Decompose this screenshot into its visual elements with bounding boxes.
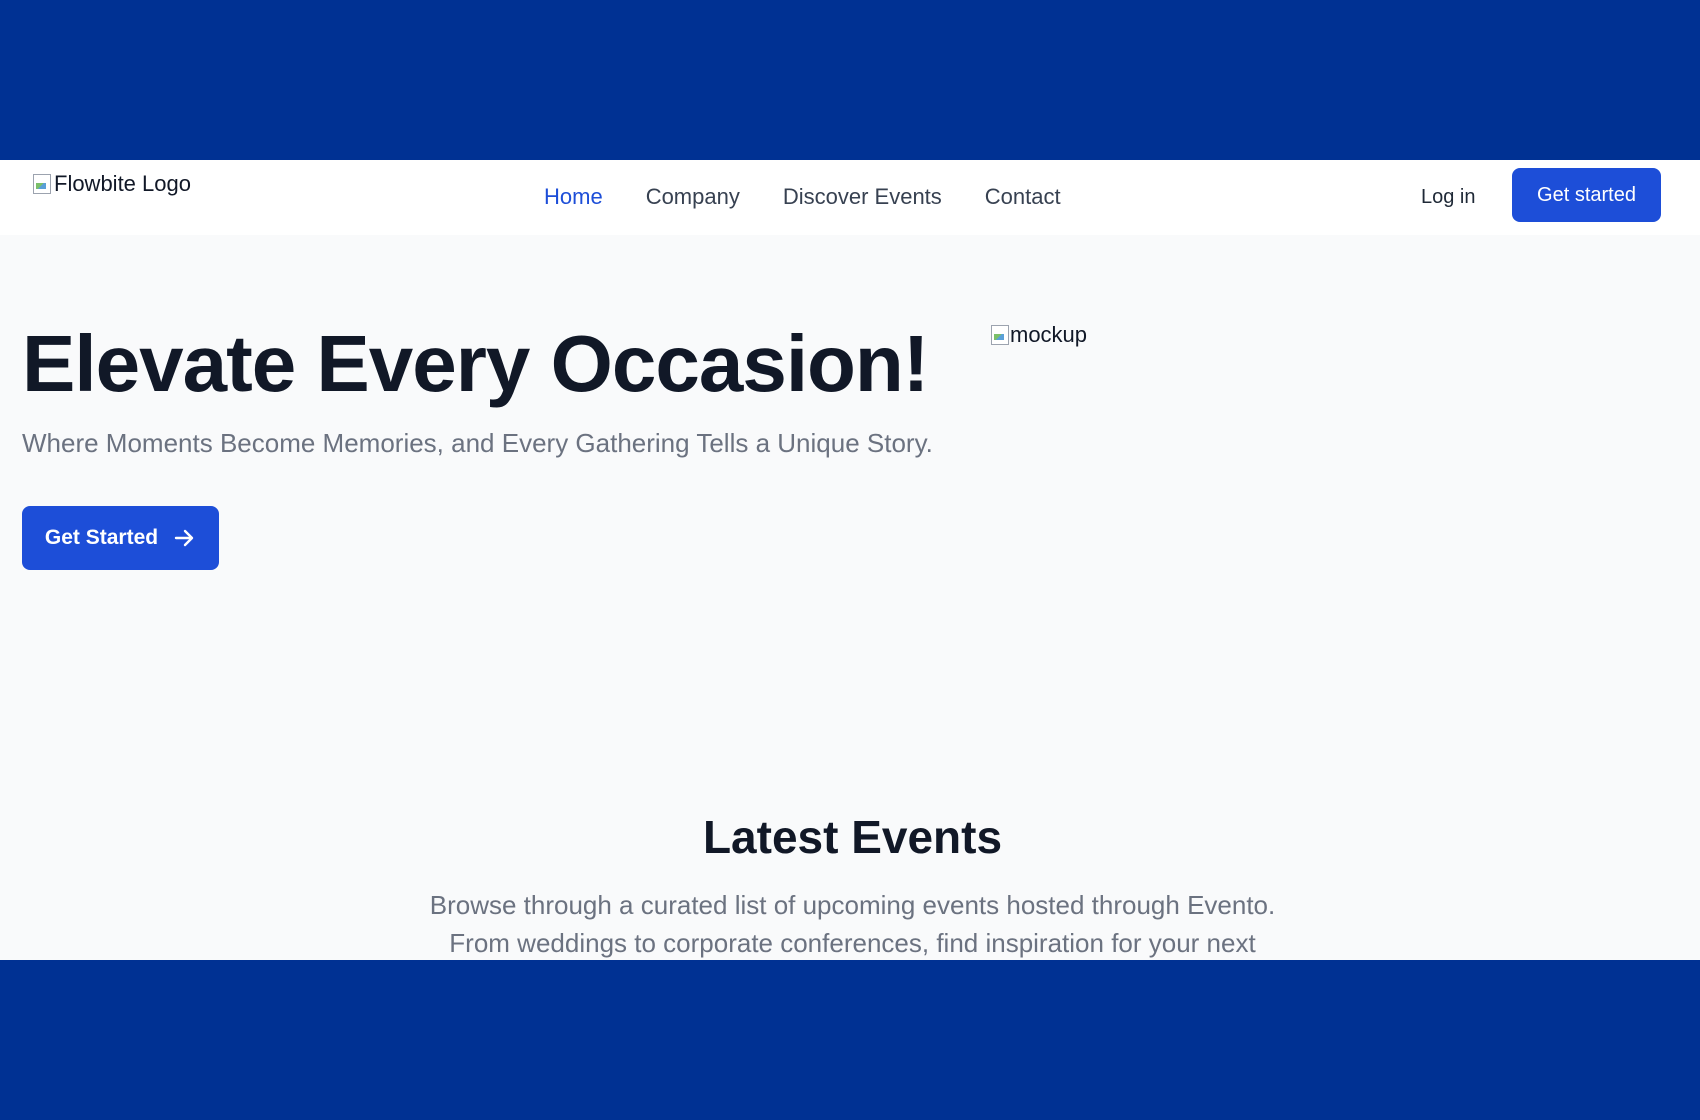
- arrow-right-icon: [174, 529, 194, 547]
- broken-image-icon: [990, 324, 1010, 346]
- nav-link-contact[interactable]: Contact: [985, 184, 1061, 210]
- nav-link-company[interactable]: Company: [646, 184, 740, 210]
- mockup-alt-text: mockup: [1010, 322, 1088, 347]
- hero-title: Elevate Every Occasion!: [22, 319, 929, 408]
- login-link[interactable]: Log in: [1421, 186, 1476, 209]
- broken-image-icon: [32, 173, 52, 195]
- latest-events-title: Latest Events: [702, 811, 1003, 863]
- nav-links: Home Company Discover Events Contact: [544, 184, 1061, 210]
- get-started-hero-label: Get Started: [44, 526, 159, 549]
- navbar: Flowbite Logo Home Company Discover Even…: [0, 160, 1700, 235]
- frame-bottom: [0, 960, 1700, 1120]
- hero-mockup-image: mockup: [990, 322, 1087, 348]
- get-started-nav-button[interactable]: Get started: [1512, 168, 1661, 222]
- logo[interactable]: Flowbite Logo: [32, 170, 191, 198]
- frame-top: [0, 0, 1700, 160]
- hero-subtitle: Where Moments Become Memories, and Every…: [22, 428, 933, 458]
- latest-events-description: Browse through a curated list of upcomin…: [429, 890, 1276, 958]
- get-started-hero-button[interactable]: Get Started: [22, 506, 219, 570]
- nav-link-home[interactable]: Home: [544, 184, 603, 210]
- logo-alt-text: Flowbite Logo: [54, 171, 191, 196]
- page-viewport: Flowbite Logo Home Company Discover Even…: [0, 160, 1700, 960]
- nav-link-discover-events[interactable]: Discover Events: [783, 184, 942, 210]
